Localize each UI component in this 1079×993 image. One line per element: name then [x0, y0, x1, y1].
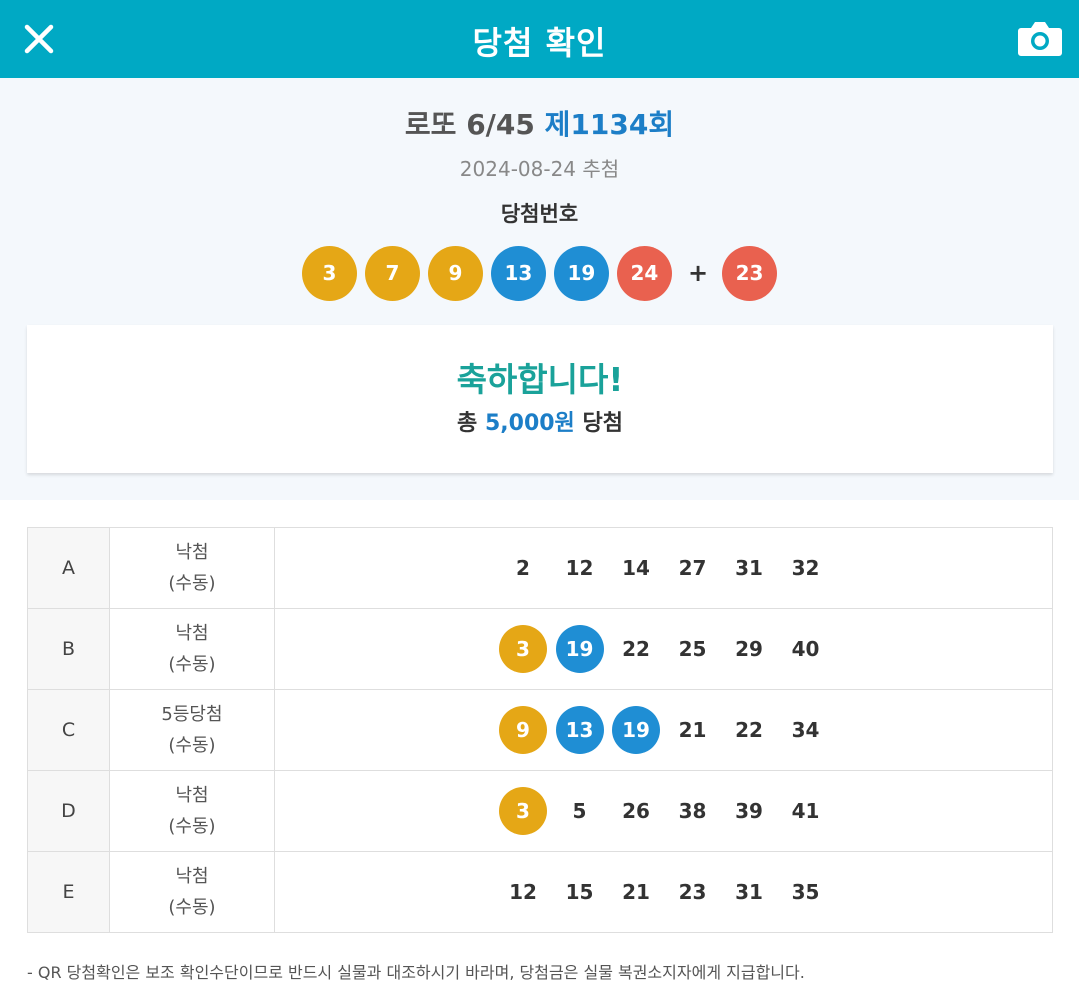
lotto-name: 로또 6/45: [404, 108, 535, 141]
game-number: 34: [791, 718, 820, 742]
result-card: 축하합니다! 총 5,000원 당첨: [27, 325, 1053, 473]
game-number: 25: [678, 637, 707, 661]
game-id: E: [27, 851, 110, 933]
game-id: C: [27, 689, 110, 771]
winning-ball: 24: [616, 245, 672, 301]
congrats-message: 축하합니다!: [456, 360, 624, 399]
matched-number: 9: [499, 706, 547, 754]
game-number: 22: [622, 637, 650, 661]
matched-number: 13: [555, 706, 604, 754]
game-number: 40: [791, 637, 820, 661]
game-number: 26: [622, 799, 650, 823]
game-number: 21: [678, 718, 707, 742]
game-result-status: 5등당첨: [161, 704, 223, 725]
game-result: 낙첨 (수동): [109, 851, 275, 933]
game-number: 12: [509, 880, 537, 904]
game-number: 12: [565, 556, 594, 580]
game-number: 23: [678, 880, 707, 904]
draw-summary: 로또 6/45 제1134회 2024-08-24 추첨 당첨번호 3 7 9 13 1…: [0, 78, 1079, 500]
game-row: D 낙첨 (수동) 3 5 26 38 39 41: [27, 770, 1053, 852]
game-row: C 5등당첨 (수동) 9 13 19 21 22 34: [27, 689, 1053, 771]
game-result-status: 낙첨: [175, 542, 209, 563]
game-number: 39: [735, 799, 763, 823]
game-result-mode: (수동): [168, 654, 216, 675]
game-result: 낙첨 (수동): [109, 770, 275, 852]
camera-button[interactable]: [1013, 12, 1067, 66]
game-number: 29: [735, 637, 763, 661]
game-result-mode: (수동): [168, 735, 216, 756]
winning-ball: 3: [301, 245, 357, 301]
game-number: 5: [572, 799, 587, 823]
game-id: D: [27, 770, 110, 852]
bonus-plus: +: [687, 259, 709, 287]
game-numbers: 3 19 22 25 29 40: [274, 608, 1053, 690]
game-numbers: 12 15 21 23 31 35: [274, 851, 1053, 933]
game-number: 27: [678, 556, 707, 580]
games-table: A 낙첨 (수동) 2 12 14 27 31 32 B 낙첨 (수동) 3 19 22 25 29 40 C 5등당…: [27, 527, 1053, 933]
matched-number: 3: [499, 625, 547, 673]
matched-number: 19: [555, 625, 604, 673]
prize-prefix: 총: [457, 411, 478, 436]
game-result: 낙첨 (수동): [109, 527, 275, 609]
game-numbers: 2 12 14 27 31 32: [274, 527, 1053, 609]
game-number: 41: [791, 799, 820, 823]
footnote: - QR 당첨확인은 보조 확인수단이므로 반드시 실물과 대조하시기 바라며,…: [27, 963, 805, 982]
game-result: 5등당첨 (수동): [109, 689, 275, 771]
game-number: 35: [791, 880, 820, 904]
game-result-status: 낙첨: [175, 785, 209, 806]
game-result-mode: (수동): [168, 897, 216, 918]
game-row: B 낙첨 (수동) 3 19 22 25 29 40: [27, 608, 1053, 690]
winning-numbers-label: 당첨번호: [500, 202, 579, 226]
winning-ball: 19: [553, 245, 609, 301]
top-bar: 당첨 확인: [0, 0, 1079, 78]
matched-number: 3: [499, 787, 547, 835]
game-result-mode: (수동): [168, 573, 216, 594]
page-title: 당첨 확인: [472, 24, 607, 62]
prize-amount: 5,000원: [484, 411, 575, 436]
game-id: B: [27, 608, 110, 690]
game-number: 38: [678, 799, 707, 823]
bonus-ball: 23: [722, 245, 778, 301]
game-number: 31: [735, 556, 763, 580]
winning-ball: 13: [490, 245, 546, 301]
game-result: 낙첨 (수동): [109, 608, 275, 690]
draw-title: 로또 6/45 제1134회: [0, 103, 1079, 143]
winning-ball: 9: [427, 245, 483, 301]
game-result-status: 낙첨: [175, 623, 209, 644]
matched-number: 19: [612, 706, 660, 754]
game-row: A 낙첨 (수동) 2 12 14 27 31 32: [27, 527, 1053, 609]
prize-suffix: 당첨: [582, 411, 623, 436]
prize-summary: 총 5,000원 당첨: [27, 405, 1053, 437]
game-id: A: [27, 527, 110, 609]
draw-date: 2024-08-24 추첨: [459, 157, 620, 181]
game-numbers: 9 13 19 21 22 34: [274, 689, 1053, 771]
game-number: 21: [622, 880, 650, 904]
game-result-status: 낙첨: [175, 866, 209, 887]
game-row: E 낙첨 (수동) 12 15 21 23 31 35: [27, 851, 1053, 933]
game-number: 31: [735, 880, 763, 904]
game-numbers: 3 5 26 38 39 41: [274, 770, 1053, 852]
winning-ball: 7: [364, 245, 420, 301]
winning-numbers: 3 7 9 13 19 24 +23: [0, 245, 1079, 301]
game-number: 2: [516, 556, 530, 580]
draw-round: 제1134회: [544, 108, 675, 141]
game-number: 14: [622, 556, 650, 580]
game-result-mode: (수동): [168, 816, 216, 837]
camera-icon: [1018, 22, 1062, 56]
game-number: 32: [791, 556, 820, 580]
game-number: 22: [735, 718, 763, 742]
game-number: 15: [565, 880, 594, 904]
